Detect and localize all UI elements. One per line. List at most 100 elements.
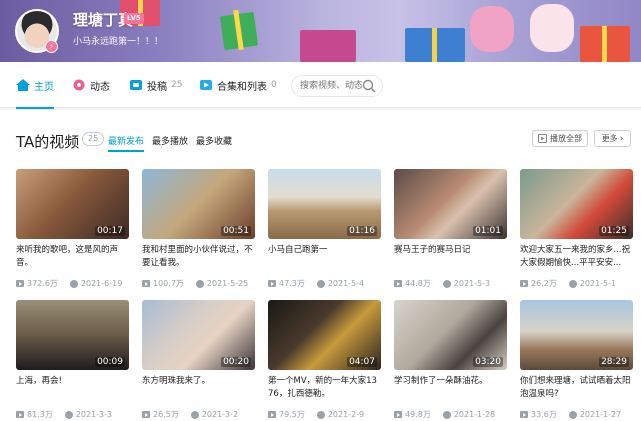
video-views: 81.3万 [27, 410, 53, 419]
video-thumbnail[interactable]: 00:09 [16, 300, 129, 370]
date-icon [195, 279, 204, 288]
video-card[interactable]: 00:20 东方明珠我来了。 26.5万 2021-3-2 [142, 300, 255, 420]
video-date: 2021-5-3 [453, 279, 491, 288]
views-icon [394, 411, 402, 418]
video-thumbnail[interactable]: 01:25 [520, 169, 633, 239]
signature: 小马永远跑第一！！！ [73, 37, 164, 47]
date-icon [442, 410, 451, 419]
video-views: 33.6万 [531, 410, 557, 419]
profile-banner: ⚡ 理塘丁真 LV5 小马永远跑第一！！！ [0, 0, 641, 62]
views-icon [268, 411, 276, 418]
views-icon [16, 411, 24, 418]
sort-latest[interactable]: 最新发布 [108, 134, 145, 152]
gift-decoration [300, 30, 356, 62]
video-title[interactable]: 你们想来理塘，试试晒着太阳泡温泉吗? [520, 375, 633, 401]
video-date: 2021-3-2 [201, 410, 239, 419]
video-thumbnail[interactable]: 00:20 [142, 300, 255, 370]
video-thumbnail[interactable]: 01:16 [268, 169, 381, 239]
video-duration: 00:20 [221, 357, 251, 367]
video-card[interactable]: 00:17 来听我的歌吧，这是风的声音。 372.6万 2021-6-19 [16, 169, 129, 289]
chevron-right-icon: › [619, 133, 624, 144]
more-label: 更多 [601, 134, 618, 143]
video-title[interactable]: 上海，再会! [16, 375, 129, 401]
date-icon [69, 279, 78, 288]
video-views: 372.6万 [27, 279, 58, 288]
video-thumbnail[interactable]: 28:29 [520, 300, 633, 370]
video-title[interactable]: 来听我的歌吧，这是风的声音。 [16, 244, 129, 270]
video-thumbnail[interactable]: 03:20 [394, 300, 507, 370]
home-icon [16, 79, 30, 91]
video-card[interactable]: 03:20 学习制作了一朵酥油花。 49.8万 2021-1-28 [394, 300, 507, 420]
date-icon [568, 410, 577, 419]
views-icon [142, 280, 150, 287]
videos-panel: TA的视频 25 最新发布 最多播放 最多收藏 播放全部 更多 › 00:17 … [0, 110, 641, 421]
video-date: 2021-1-28 [453, 410, 496, 419]
video-card[interactable]: 04:07 第一个MV，新的一年大家1376，扎西德勒。 79.5万 2021-2… [268, 300, 381, 420]
video-date: 2021-2-9 [327, 410, 365, 419]
video-views: 79.5万 [279, 410, 305, 419]
date-icon [316, 279, 325, 288]
play-all-button[interactable]: 播放全部 [532, 130, 588, 147]
video-date: 2021-1-27 [579, 410, 622, 419]
video-title[interactable]: 赛马王子的赛马日记 [394, 244, 507, 270]
collection-icon [200, 80, 212, 90]
tab-label: 投稿 [147, 81, 167, 93]
video-views: 26.2万 [531, 279, 557, 288]
video-card[interactable]: 01:25 欢迎大家五一来我的家乡...祝大家假期愉快...平平安安... 26… [520, 169, 633, 289]
tab-count: 0 [271, 80, 277, 90]
video-title[interactable]: 小马自己跑第一 [268, 244, 381, 270]
video-title[interactable]: 我和村里面的小伙伴说过，不要让看我。 [142, 244, 255, 270]
video-duration: 28:29 [599, 357, 629, 367]
sort-most-favorited[interactable]: 最多收藏 [196, 134, 232, 147]
video-card[interactable]: 00:09 上海，再会! 81.3万 2021-3-3 [16, 300, 129, 420]
date-icon [64, 410, 73, 419]
video-date: 2021-3-3 [75, 410, 113, 419]
views-icon [520, 280, 528, 287]
video-card[interactable]: 01:16 小马自己跑第一 47.3万 2021-5-4 [268, 169, 381, 289]
more-button[interactable]: 更多 › [594, 130, 631, 147]
video-duration: 01:25 [599, 226, 629, 236]
video-card[interactable]: 01:01 赛马王子的赛马日记 44.8万 2021-5-3 [394, 169, 507, 289]
video-views: 26.5万 [153, 410, 179, 419]
search-box[interactable] [291, 75, 383, 97]
tab-uploads[interactable]: 投稿 25 [129, 62, 182, 108]
video-card[interactable]: 28:29 你们想来理塘，试试晒着太阳泡温泉吗? 33.6万 2021-1-27 [520, 300, 633, 420]
tab-collections[interactable]: 合集和列表 0 [199, 62, 277, 108]
search-icon[interactable] [362, 79, 376, 93]
views-icon [394, 280, 402, 287]
tab-label: 动态 [90, 81, 110, 93]
video-date: 2021-5-1 [579, 279, 617, 288]
video-duration: 01:01 [473, 226, 503, 236]
video-title[interactable]: 学习制作了一朵酥油花。 [394, 375, 507, 401]
video-views: 100.7万 [153, 279, 184, 288]
video-duration: 00:51 [221, 226, 251, 236]
video-title[interactable]: 欢迎大家五一来我的家乡...祝大家假期愉快...平平安安... [520, 244, 633, 270]
play-icon [538, 134, 547, 143]
date-icon [442, 279, 451, 288]
video-card[interactable]: 00:51 我和村里面的小伙伴说过，不要让看我。 100.7万 2021-5-25 [142, 169, 255, 289]
views-icon [142, 411, 150, 418]
play-all-label: 播放全部 [550, 134, 582, 143]
video-thumbnail[interactable]: 00:51 [142, 169, 255, 239]
tab-home[interactable]: 主页 [16, 62, 54, 109]
video-duration: 00:17 [95, 226, 125, 236]
tab-activity[interactable]: 动态 [72, 62, 110, 108]
tab-label: 合集和列表 [217, 81, 267, 93]
video-duration: 03:20 [473, 357, 503, 367]
video-title[interactable]: 东方明珠我来了。 [142, 375, 255, 401]
video-title[interactable]: 第一个MV，新的一年大家1376，扎西德勒。 [268, 375, 381, 401]
video-duration: 01:16 [347, 226, 377, 236]
ribbon-decoration [432, 28, 437, 62]
views-icon [16, 280, 24, 287]
sort-most-played[interactable]: 最多播放 [152, 134, 188, 147]
video-thumbnail[interactable]: 04:07 [268, 300, 381, 370]
video-thumbnail[interactable]: 01:01 [394, 169, 507, 239]
views-icon [268, 280, 276, 287]
level-badge: LV5 [124, 13, 144, 24]
video-thumbnail[interactable]: 00:17 [16, 169, 129, 239]
search-input[interactable] [300, 79, 362, 93]
video-duration: 04:07 [347, 357, 377, 367]
video-date: 2021-5-4 [327, 279, 365, 288]
activity-icon [73, 79, 85, 91]
video-date: 2021-5-25 [206, 279, 249, 288]
